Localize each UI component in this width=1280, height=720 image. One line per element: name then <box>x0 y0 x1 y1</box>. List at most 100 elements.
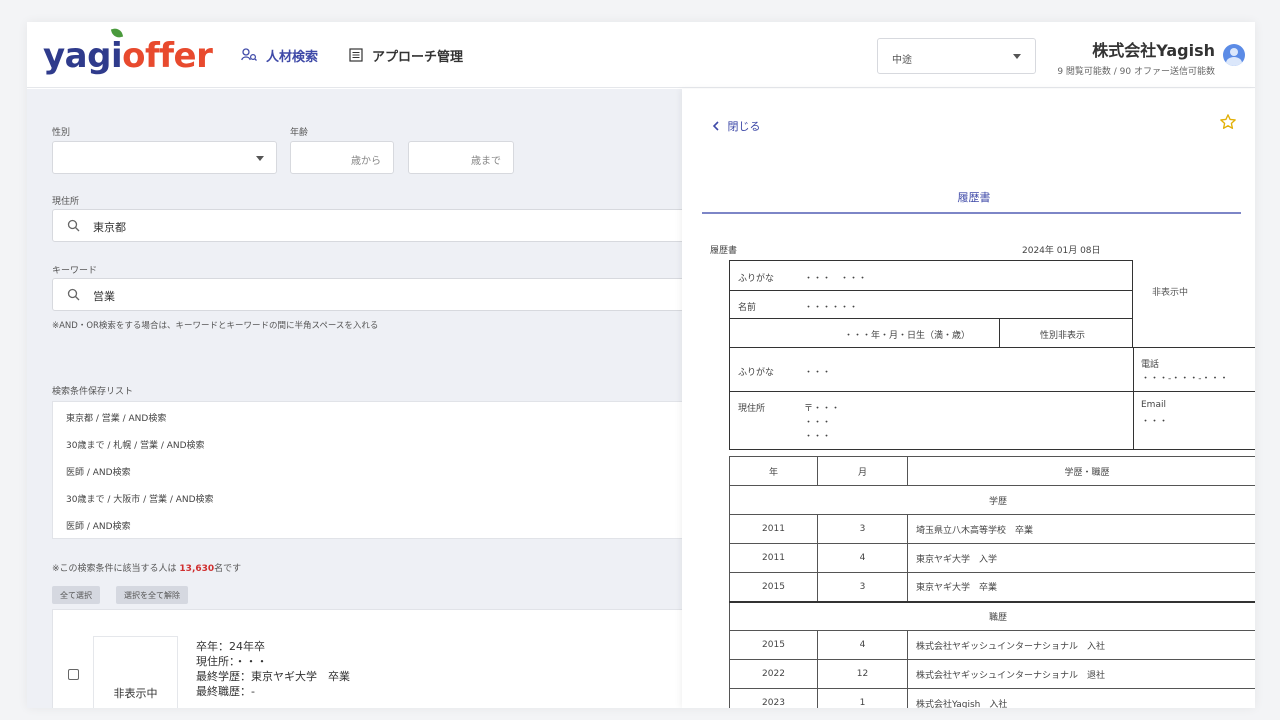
history-month: 12 <box>817 659 908 689</box>
table-row: 2011 3 埼玉県立八木高等学校 卒業 <box>729 514 1255 544</box>
nav-approach-management[interactable]: アプローチ管理 <box>349 44 463 66</box>
name-label: 名前 <box>738 303 757 313</box>
user-avatar-icon[interactable] <box>1223 44 1245 66</box>
keyword-value: 営業 <box>93 290 115 303</box>
saved-list-label: 検索条件保存リスト <box>52 387 134 397</box>
select-all-button[interactable]: 全て選択 <box>52 586 100 604</box>
history-year: 2023 <box>729 688 818 708</box>
history-desc: 株式会社ヤギッシュインターナショナル 入社 <box>907 630 1255 660</box>
age-from-placeholder: 歳から <box>351 156 381 167</box>
close-button[interactable]: 閉じる <box>712 118 761 134</box>
column-header-year: 年 <box>729 456 818 486</box>
history-year: 2015 <box>729 630 818 660</box>
quota-text: 9 閲覧可能数 / 90 オファー送信可能数 <box>1057 67 1215 77</box>
search-panel: 性別 年齢 歳から 歳まで 現住所 東京都 キーワード 営業 ※AND・OR検索… <box>27 89 692 708</box>
chevron-down-icon <box>256 156 264 161</box>
candidate-last-job: 最終職歴：- <box>196 685 255 698</box>
divider <box>999 318 1000 348</box>
candidate-summary: 卒年：24年卒 現住所：・・・ 最終学歴：東京ヤギ大学 卒業 最終職歴：- <box>196 639 350 699</box>
candidate-address: 現住所：・・・ <box>196 655 268 668</box>
nav-talent-search-label: 人材検索 <box>266 49 319 65</box>
tab-resume-label: 履歴書 <box>957 191 991 204</box>
history-month: 3 <box>817 572 908 602</box>
candidate-card[interactable]: 非表示中 卒年：24年卒 現住所：・・・ 最終学歴：東京ヤギ大学 卒業 最終職歴… <box>52 609 692 708</box>
location-input[interactable]: 東京都 <box>52 209 692 242</box>
history-month: 3 <box>817 514 908 544</box>
table-row: 2015 3 東京ヤギ大学 卒業 <box>729 572 1255 602</box>
candidate-education: 最終学歴：東京ヤギ大学 卒業 <box>196 670 350 683</box>
age-to-placeholder: 歳まで <box>471 156 501 167</box>
hiring-type-select[interactable]: 中途 <box>877 38 1036 74</box>
history-desc: 東京ヤギ大学 入学 <box>907 543 1255 573</box>
keyword-note: ※AND・OR検索をする場合は、キーワードとキーワードの間に半角スペースを入れる <box>52 321 379 331</box>
candidate-checkbox[interactable] <box>68 669 79 680</box>
list-table-icon <box>349 48 363 62</box>
history-month: 4 <box>817 630 908 660</box>
column-header-month: 月 <box>817 456 908 486</box>
location-label: 現住所 <box>52 197 80 207</box>
chevron-down-icon <box>1013 54 1021 59</box>
history-year: 2022 <box>729 659 818 689</box>
clear-selection-button[interactable]: 選択を全て解除 <box>116 586 188 604</box>
divider <box>729 391 1255 392</box>
furigana-label: ふりがな <box>738 274 775 284</box>
logo-text-yagi: yagi <box>43 36 123 76</box>
saved-search-item[interactable]: 30歳まで / 札幌 / 営業 / AND検索 <box>66 438 205 451</box>
section-row: 職歴 <box>729 600 1255 631</box>
resume-doc-title: 履歴書 <box>710 246 738 256</box>
company-info: 株式会社Yagish 9 閲覧可能数 / 90 オファー送信可能数 <box>1057 37 1215 77</box>
yagioffer-logo[interactable]: yagioffer <box>43 26 213 76</box>
keyword-label: キーワード <box>52 266 98 276</box>
saved-search-item[interactable]: 東京都 / 営業 / AND検索 <box>66 411 166 424</box>
education-heading: 学歴 <box>729 485 1255 515</box>
people-search-icon <box>241 48 257 62</box>
gender-select[interactable] <box>52 141 277 174</box>
candidate-photo-hidden-text: 非表示中 <box>113 687 158 700</box>
age-label: 年齢 <box>290 128 309 138</box>
phone-value: ・・・-・・・-・・・ <box>1141 374 1229 384</box>
saved-search-item[interactable]: 医師 / AND検索 <box>66 519 131 532</box>
birth-date: ・・・年・月・日生（満・歳） <box>844 331 971 341</box>
address-label: 現住所 <box>738 404 766 414</box>
table-row: 2011 4 東京ヤギ大学 入学 <box>729 543 1255 573</box>
keyword-input[interactable]: 営業 <box>52 278 692 311</box>
resume-photo-hidden: 非表示中 <box>1152 288 1189 298</box>
result-count-prefix: ※この検索条件に該当する人は <box>52 564 177 574</box>
resume-date: 2024年 01月 08日 <box>1022 246 1101 256</box>
email-label: Email <box>1141 400 1166 410</box>
history-table: 年 月 学歴・職歴 学歴 2011 3 埼玉県立八木高等学校 卒業 2011 4… <box>729 456 1255 708</box>
nav-talent-search[interactable]: 人材検索 <box>241 44 318 66</box>
logo-text-offer: offer <box>122 36 213 76</box>
result-count-suffix: 名です <box>214 564 242 574</box>
tab-resume[interactable]: 履歴書 <box>704 189 1244 213</box>
history-month: 1 <box>817 688 908 708</box>
address-furigana-value: ・・・ <box>804 368 832 378</box>
table-row: 2015 4 株式会社ヤギッシュインターナショナル 入社 <box>729 630 1255 660</box>
history-year: 2011 <box>729 543 818 573</box>
work-heading: 職歴 <box>729 600 1255 631</box>
result-count-line: ※この検索条件に該当する人は 13,630名です <box>52 561 241 574</box>
nav-approach-label: アプローチ管理 <box>372 49 464 65</box>
company-name: 株式会社Yagish <box>1092 41 1215 60</box>
saved-search-item[interactable]: 30歳まで / 大阪市 / 営業 / AND検索 <box>66 492 214 505</box>
hiring-type-value: 中途 <box>892 55 912 66</box>
age-to-input[interactable]: 歳まで <box>408 141 514 174</box>
age-from-input[interactable]: 歳から <box>290 141 394 174</box>
email-value: ・・・ <box>1141 417 1169 427</box>
column-header-history: 学歴・職歴 <box>907 456 1255 486</box>
search-icon <box>67 219 80 235</box>
candidate-photo: 非表示中 <box>93 636 178 708</box>
history-desc: 株式会社Yagish 入社 <box>907 688 1255 708</box>
furigana-value: ・・・ ・・・ <box>804 274 868 284</box>
favorite-star-icon[interactable] <box>1219 113 1237 135</box>
address-line: ・・・ <box>804 432 832 442</box>
address-line: 〒・・・ <box>804 404 841 414</box>
chevron-left-icon <box>712 120 728 133</box>
history-year: 2015 <box>729 572 818 602</box>
app-window: yagioffer 人材検索 アプローチ管理 中途 株式会社Yagish 9 閲… <box>27 22 1255 708</box>
history-month: 4 <box>817 543 908 573</box>
gender-label: 性別 <box>52 128 71 138</box>
history-year: 2011 <box>729 514 818 544</box>
saved-search-item[interactable]: 医師 / AND検索 <box>66 465 131 478</box>
divider <box>729 318 1133 319</box>
